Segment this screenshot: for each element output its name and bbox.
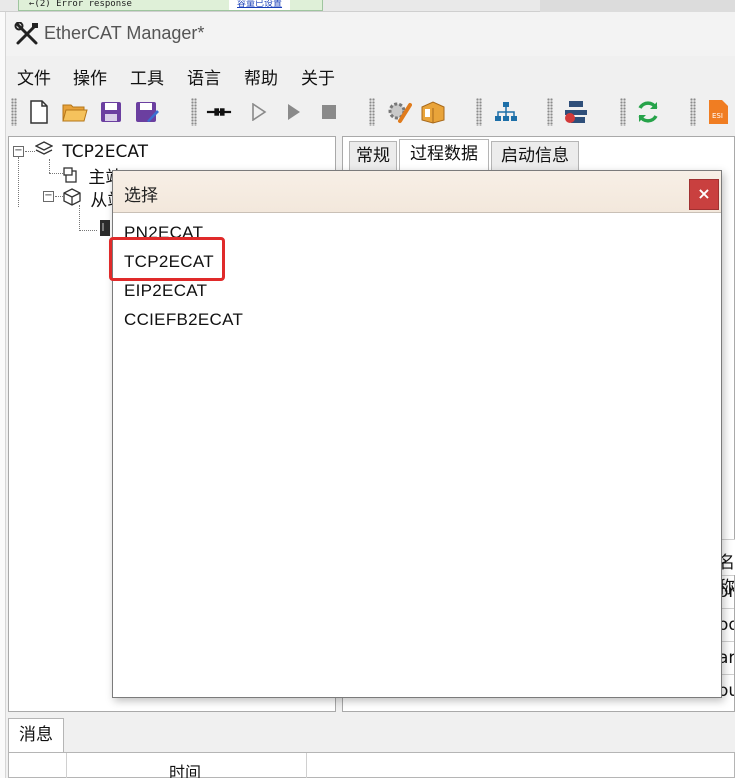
master-icon [63,167,79,188]
save-as-icon[interactable] [134,99,160,125]
toolbar: ESI [6,94,735,132]
tab-process-data[interactable]: 过程数据 [399,139,489,172]
tree-connector [18,157,19,207]
message-table: 时间 [8,752,735,778]
tree-connector [79,230,97,231]
background-note: ←(2) Error response 容量已设置 [18,0,323,11]
close-icon[interactable]: × [689,179,719,210]
select-dialog: 选择 × PN2ECAT TCP2ECAT EIP2ECAT CCIEFB2EC… [112,170,722,698]
esi-label: ESI [712,112,723,120]
collapse-toggle[interactable]: − [13,146,24,157]
title-bar: EtherCAT Manager* [6,12,735,56]
menu-bar: 文件 操作 工具 语言 帮助 关于 [6,62,735,89]
esi-icon[interactable]: ESI [706,99,732,125]
menu-operate[interactable]: 操作 [73,64,107,89]
option-tcp2ecat[interactable]: TCP2ECAT [124,252,214,272]
config-icon[interactable] [386,99,412,125]
tree-item-root[interactable]: TCP2ECAT [34,141,149,162]
toolbar-grip[interactable] [11,98,17,126]
package-icon[interactable] [420,99,446,125]
toolbar-grip[interactable] [547,98,553,126]
window-title: EtherCAT Manager* [44,23,205,43]
slave-device-icon[interactable] [99,219,111,241]
table-cell [9,753,67,778]
save-icon[interactable] [98,99,124,125]
tree-connector [49,159,50,173]
dialog-title-bar[interactable]: 选择 × [113,171,721,213]
column-time-header: 时间 [169,763,202,778]
tab-startup-info[interactable]: 启动信息 [491,141,579,171]
menu-file[interactable]: 文件 [17,64,51,89]
tree-connector [55,196,63,197]
open-folder-icon[interactable] [62,99,88,125]
layers-icon [34,141,54,162]
dialog-title: 选择 [124,186,158,206]
tree-connector [49,173,63,174]
collapse-toggle[interactable]: − [43,191,54,202]
tree-connector [25,151,35,152]
toolbar-grip[interactable] [476,98,482,126]
tree-item-root-label: TCP2ECAT [62,142,149,162]
option-list: PN2ECAT TCP2ECAT EIP2ECAT CCIEFB2ECAT [114,215,720,697]
connect-icon[interactable] [206,99,232,125]
message-panel: 消息 时间 [6,716,735,778]
toolbar-grip[interactable] [620,98,626,126]
background-note-text: ←(2) Error response [29,0,132,9]
menu-tools[interactable]: 工具 [130,64,164,89]
refresh-icon[interactable] [635,99,661,125]
option-ccief2ecat[interactable]: CCIEFB2ECAT [124,310,243,330]
toolbar-grip[interactable] [690,98,696,126]
option-eip2ecat[interactable]: EIP2ECAT [124,281,207,301]
play-icon[interactable] [281,99,307,125]
new-file-icon[interactable] [26,99,52,125]
toolbar-grip[interactable] [191,98,197,126]
tab-messages[interactable]: 消息 [8,718,64,752]
menu-about[interactable]: 关于 [301,64,335,89]
tab-general[interactable]: 常规 [349,141,397,171]
background-note-link: 容量已设置 [229,0,291,10]
menu-help[interactable]: 帮助 [244,64,278,89]
option-pn2ecat[interactable]: PN2ECAT [124,223,203,243]
device-icon[interactable] [563,99,589,125]
menu-language[interactable]: 语言 [187,64,221,89]
toolbar-grip[interactable] [369,98,375,126]
background-window-strip: ←(2) Error response 容量已设置 [0,0,735,12]
tools-icon [14,21,40,46]
network-icon[interactable] [493,99,519,125]
tree-connector [79,205,80,231]
run-icon[interactable] [246,99,272,125]
stop-icon[interactable] [316,99,342,125]
background-gray-area [540,0,735,12]
